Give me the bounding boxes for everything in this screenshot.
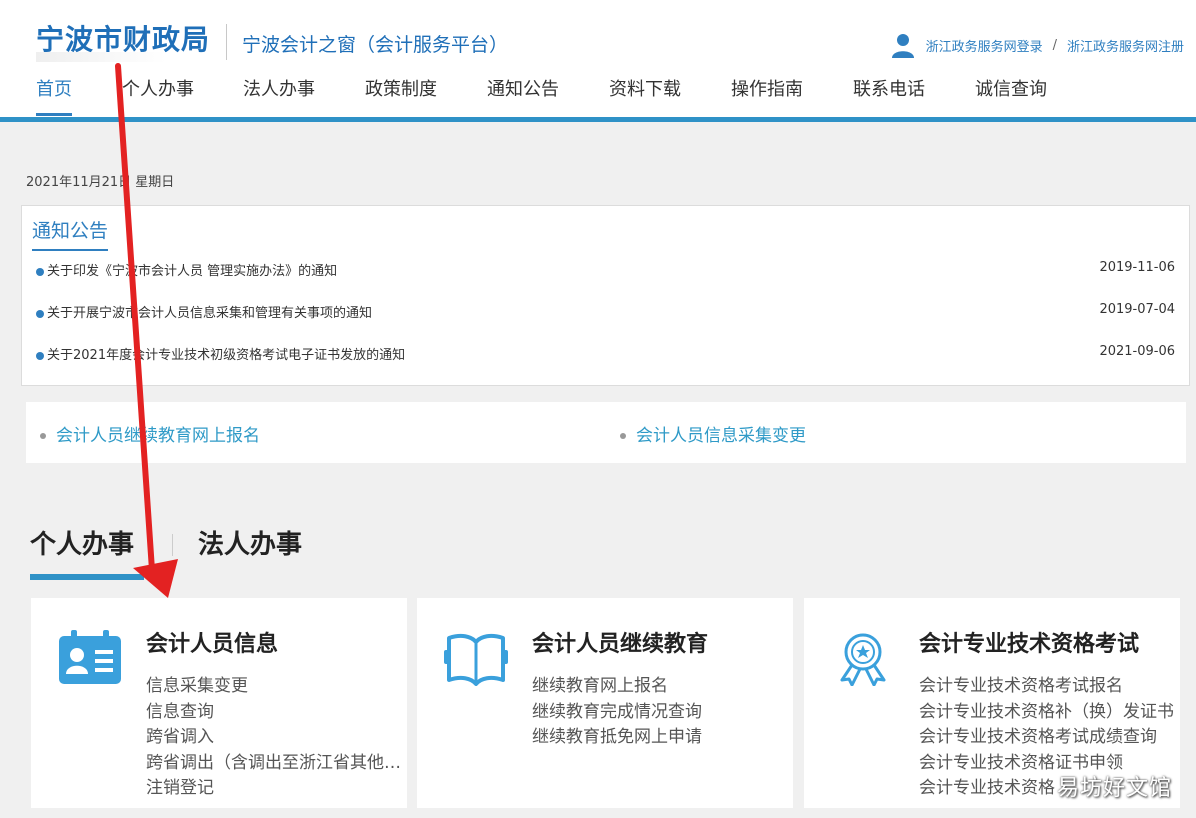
header-divider — [226, 24, 227, 60]
bullet-icon — [40, 433, 46, 439]
nav-item-guide[interactable]: 操作指南 — [731, 76, 803, 118]
card-link[interactable]: 跨省调出（含调出至浙江省其他地区） — [146, 751, 402, 777]
card-link[interactable]: 会计专业技术资格考试报名 — [919, 674, 1174, 700]
link-separator: / — [1052, 37, 1057, 53]
service-card-accountant-info: 会计人员信息 信息采集变更 信息查询 跨省调入 跨省调出（含调出至浙江省其他地区… — [31, 598, 407, 808]
card-link[interactable]: 跨省调入 — [146, 725, 402, 751]
nav-item-contact[interactable]: 联系电话 — [853, 76, 925, 118]
id-card-icon — [59, 630, 121, 684]
notice-row[interactable]: 关于2021年度会计专业技术初级资格考试电子证书发放的通知 2021-09-06 — [36, 344, 1175, 363]
quick-link-label[interactable]: 会计人员信息采集变更 — [636, 426, 806, 446]
current-date: 2021年11月21日 星期日 — [26, 175, 175, 190]
nav-item-home[interactable]: 首页 — [36, 76, 72, 118]
bullet-icon — [620, 433, 626, 439]
card-link[interactable]: 注销登记 — [146, 776, 402, 802]
card-link-list: 继续教育网上报名 继续教育完成情况查询 继续教育抵免网上申请 — [532, 674, 702, 751]
card-link[interactable]: 信息查询 — [146, 700, 402, 726]
service-card-continuing-education: 会计人员继续教育 继续教育网上报名 继续教育完成情况查询 继续教育抵免网上申请 — [417, 598, 793, 808]
bullet-icon — [36, 351, 44, 360]
watermark-text: 易坊好文馆 — [1056, 776, 1172, 801]
register-link[interactable]: 浙江政务服务网注册 — [1067, 36, 1184, 55]
quick-links-panel: 会计人员继续教育网上报名 会计人员信息采集变更 — [26, 402, 1186, 463]
active-tab-indicator — [30, 574, 144, 580]
card-title[interactable]: 会计专业技术资格考试 — [919, 626, 1139, 658]
notice-panel-title[interactable]: 通知公告 — [32, 216, 109, 251]
nav-item-corporate[interactable]: 法人办事 — [243, 76, 315, 118]
bullet-icon — [36, 267, 44, 276]
notice-panel: 通知公告 关于印发《宁波市会计人员 管理实施办法》的通知 2019-11-06 … — [21, 205, 1190, 386]
card-link-list: 信息采集变更 信息查询 跨省调入 跨省调出（含调出至浙江省其他地区） 注销登记 — [146, 674, 402, 802]
site-title[interactable]: 宁波会计之窗（会计服务平台） — [242, 30, 508, 57]
quick-link-label[interactable]: 会计人员继续教育网上报名 — [56, 426, 260, 446]
notice-date: 2019-11-06 — [1099, 260, 1175, 275]
card-link[interactable]: 继续教育抵免网上申请 — [532, 725, 702, 751]
tab-personal[interactable]: 个人办事 — [30, 524, 134, 561]
notice-row[interactable]: 关于印发《宁波市会计人员 管理实施办法》的通知 2019-11-06 — [36, 260, 1175, 279]
card-link[interactable]: 继续教育网上报名 — [532, 674, 702, 700]
nav-item-personal[interactable]: 个人办事 — [122, 76, 194, 118]
notice-text[interactable]: 关于印发《宁波市会计人员 管理实施办法》的通知 — [47, 264, 337, 279]
user-icon — [891, 34, 914, 58]
card-link[interactable]: 会计专业技术资格考试成绩查询 — [919, 725, 1174, 751]
tab-divider — [172, 534, 173, 556]
site-header: 宁波市财政局 宁波会计之窗（会计服务平台） 浙江政务服务网登录 / 浙江政务服务… — [0, 0, 1196, 122]
tab-corporate[interactable]: 法人办事 — [198, 524, 302, 561]
notice-text[interactable]: 关于开展宁波市会计人员信息采集和管理有关事项的通知 — [47, 306, 372, 321]
award-badge-icon — [840, 633, 886, 686]
open-book-icon — [444, 633, 508, 686]
card-title[interactable]: 会计人员继续教育 — [532, 626, 708, 658]
nav-item-downloads[interactable]: 资料下载 — [609, 76, 681, 118]
card-link[interactable]: 信息采集变更 — [146, 674, 402, 700]
main-nav: 首页 个人办事 法人办事 政策制度 通知公告 资料下载 操作指南 联系电话 诚信… — [0, 76, 1047, 118]
card-title[interactable]: 会计人员信息 — [146, 626, 278, 658]
login-link[interactable]: 浙江政务服务网登录 — [926, 36, 1043, 55]
nav-item-notices[interactable]: 通知公告 — [487, 76, 559, 118]
card-link[interactable]: 继续教育完成情况查询 — [532, 700, 702, 726]
user-links: 浙江政务服务网登录 / 浙江政务服务网注册 — [890, 32, 1184, 58]
logo-subtitle-blur — [36, 52, 166, 62]
notice-date: 2019-07-04 — [1099, 302, 1175, 317]
quick-link-info-change[interactable]: 会计人员信息采集变更 — [620, 421, 806, 446]
notice-row[interactable]: 关于开展宁波市会计人员信息采集和管理有关事项的通知 2019-07-04 — [36, 302, 1175, 321]
card-link[interactable]: 会计专业技术资格补（换）发证书 — [919, 700, 1174, 726]
quick-link-ce-registration[interactable]: 会计人员继续教育网上报名 — [40, 421, 260, 446]
nav-item-credit[interactable]: 诚信查询 — [975, 76, 1047, 118]
nav-item-policy[interactable]: 政策制度 — [365, 76, 437, 118]
bullet-icon — [36, 309, 44, 318]
notice-date: 2021-09-06 — [1099, 344, 1175, 359]
notice-text[interactable]: 关于2021年度会计专业技术初级资格考试电子证书发放的通知 — [47, 348, 405, 363]
